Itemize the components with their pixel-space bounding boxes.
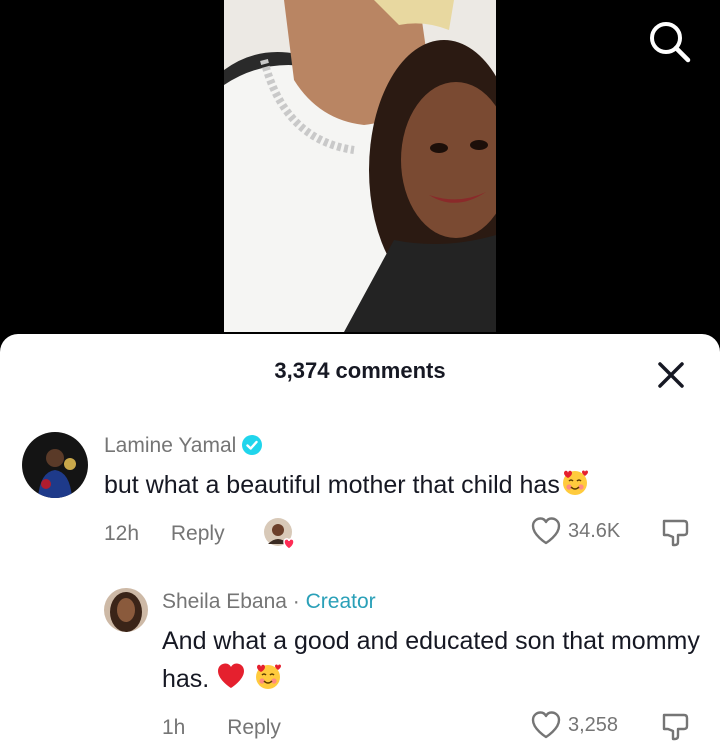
comment-count-title: 3,374 comments: [274, 358, 446, 383]
username-text[interactable]: Sheila Ebana: [162, 590, 287, 613]
search-button[interactable]: [644, 16, 696, 68]
username-text[interactable]: Lamine Yamal: [104, 434, 236, 457]
avatar[interactable]: [104, 588, 148, 632]
creator-separator: ·: [292, 590, 300, 613]
close-button[interactable]: [654, 358, 688, 392]
comment-reply-item: Sheila Ebana · Creator And what a good a…: [0, 582, 720, 753]
video-frame-illustration: [224, 0, 496, 332]
comment-time: 1h: [162, 716, 186, 739]
dislike-button[interactable]: [660, 710, 692, 747]
comment-text-content: but what a beautiful mother that child h…: [104, 471, 560, 499]
heart-outline-icon: [531, 711, 561, 739]
reply-button[interactable]: Reply: [227, 716, 281, 739]
comments-header: 3,374 comments: [0, 334, 720, 410]
like-button[interactable]: 3,258: [530, 710, 618, 740]
dislike-button[interactable]: [660, 516, 692, 553]
comment-item: Lamine Yamal but what a beautiful mother…: [0, 426, 720, 566]
search-icon: [650, 22, 691, 63]
comments-sheet: 3,374 comments Lamine Yamal but what a b…: [0, 334, 720, 753]
avatar-image: [104, 588, 148, 632]
comment-time: 12h: [104, 522, 140, 545]
video-thumbnail: [224, 0, 496, 332]
dislike-icon: [662, 713, 689, 741]
dislike-icon: [662, 519, 689, 547]
comment-username[interactable]: Sheila Ebana · Creator: [162, 590, 376, 614]
comment-meta: 12h Reply: [104, 522, 225, 546]
creator-badge: Creator: [305, 590, 376, 613]
comment-text: And what a good and educated son that mo…: [162, 622, 702, 698]
smiling-face-with-hearts-emoji: [256, 664, 282, 689]
reply-button[interactable]: Reply: [171, 522, 225, 545]
avatar-image: [22, 432, 88, 498]
like-button[interactable]: 34.6K: [530, 516, 620, 546]
smiling-face-with-hearts-emoji: [562, 470, 588, 495]
comment-meta: 1h Reply: [162, 716, 281, 740]
verified-badge-icon: [242, 435, 263, 455]
like-count: 34.6K: [568, 519, 621, 542]
creator-avatar-heart-icon: [264, 518, 295, 550]
comment-text: but what a beautiful mother that child h…: [104, 466, 704, 504]
creator-liked-badge: [262, 516, 298, 552]
heart-outline-icon: [531, 517, 561, 545]
red-heart-emoji: [218, 663, 245, 688]
avatar[interactable]: [22, 432, 88, 498]
comment-username[interactable]: Lamine Yamal: [104, 434, 263, 458]
like-count: 3,258: [568, 713, 619, 736]
video-player[interactable]: [0, 0, 720, 350]
close-icon: [658, 362, 684, 388]
